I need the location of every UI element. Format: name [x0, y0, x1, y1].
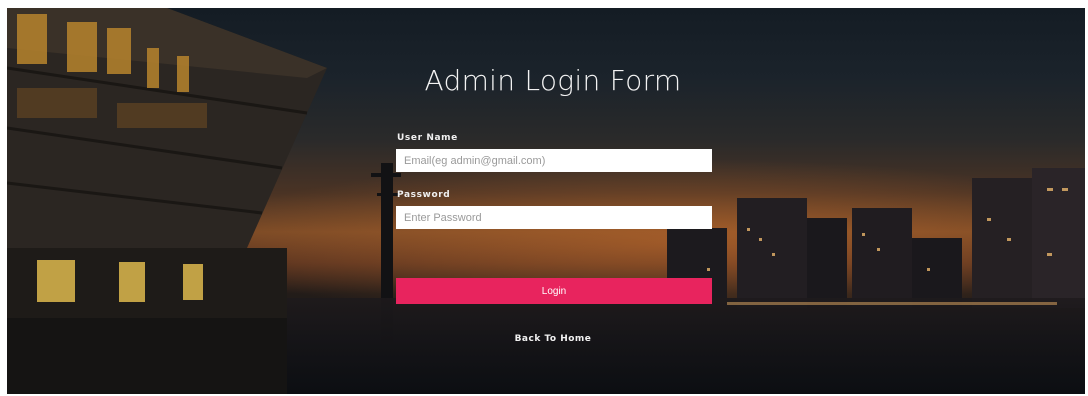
city-skyline [647, 158, 1085, 308]
username-input[interactable] [396, 149, 712, 172]
username-label: User Name [397, 133, 458, 143]
back-to-home-link[interactable]: Back To Home [0, 334, 1088, 344]
login-button[interactable]: Login [396, 278, 712, 304]
password-input[interactable] [396, 206, 712, 229]
page-title: Admin Login Form [424, 64, 682, 97]
water-reflection [727, 302, 1057, 305]
password-label: Password [397, 190, 451, 200]
